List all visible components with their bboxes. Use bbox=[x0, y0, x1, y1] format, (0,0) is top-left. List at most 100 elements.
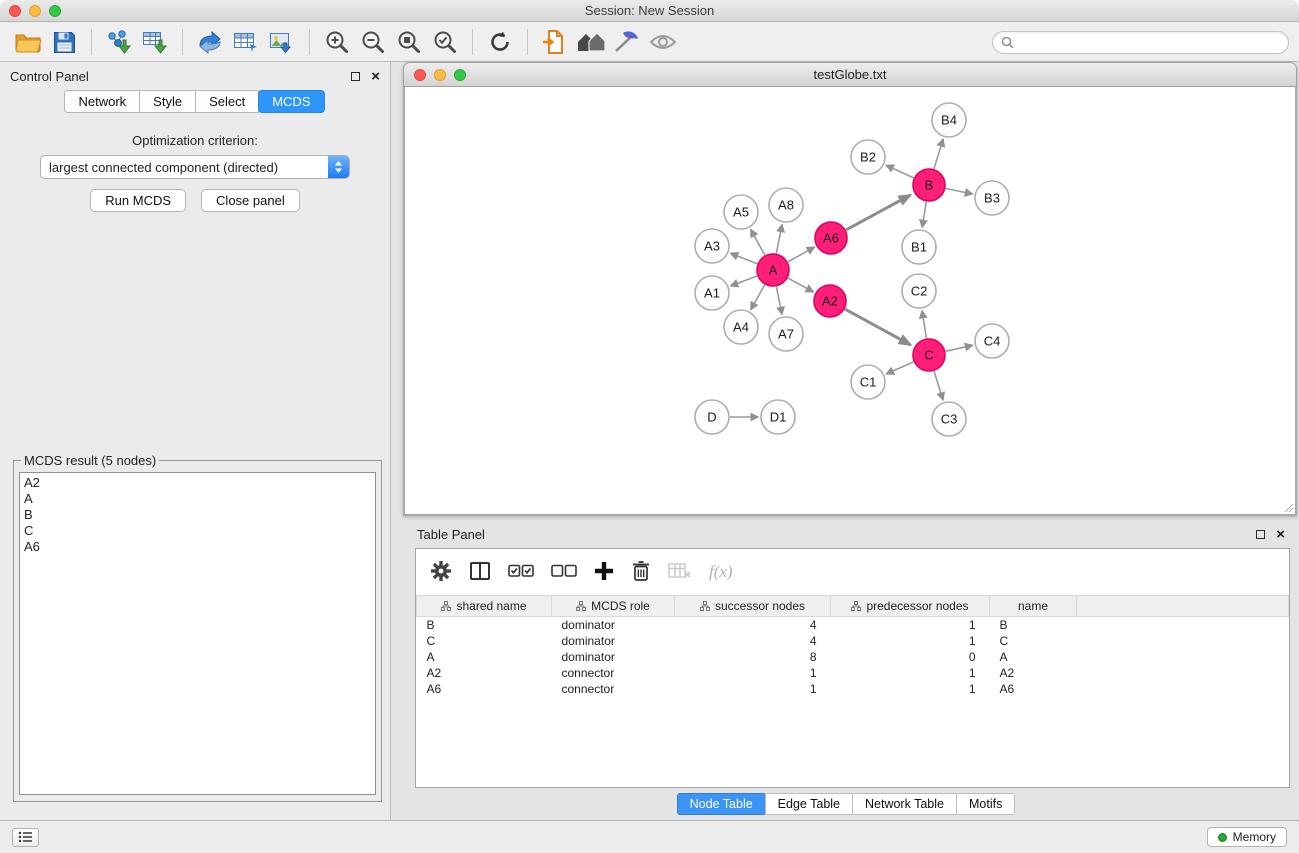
mcds-result-item[interactable]: A bbox=[24, 491, 371, 507]
table-row[interactable]: Cdominator41C bbox=[417, 633, 1289, 649]
graph-edge-A-A8[interactable] bbox=[776, 225, 782, 254]
tab-motifs[interactable]: Motifs bbox=[956, 793, 1015, 815]
column-header-successor-nodes[interactable]: successor nodes bbox=[675, 596, 831, 617]
table-row[interactable]: A2connector11A2 bbox=[417, 665, 1289, 681]
tab-select[interactable]: Select bbox=[195, 90, 259, 113]
table-row[interactable]: Bdominator41B bbox=[417, 617, 1289, 633]
graph-edge-B-B3[interactable] bbox=[946, 188, 973, 194]
table-cell[interactable]: 1 bbox=[831, 633, 990, 649]
graph-edge-B-B4[interactable] bbox=[934, 139, 943, 169]
graph-edge-C-C2[interactable] bbox=[922, 311, 926, 338]
graph-edge-A-A3[interactable] bbox=[731, 253, 758, 263]
column-header-predecessor-nodes[interactable]: predecessor nodes bbox=[831, 596, 990, 617]
graph-node-A8[interactable]: A8 bbox=[769, 188, 803, 222]
table-cell[interactable]: A6 bbox=[990, 681, 1077, 697]
search-box[interactable] bbox=[992, 31, 1289, 54]
zoom-window-button[interactable] bbox=[49, 5, 61, 17]
column-header-name[interactable]: name bbox=[990, 596, 1077, 617]
delete-table-button[interactable] bbox=[668, 562, 692, 583]
delete-row-button[interactable] bbox=[631, 560, 651, 585]
mcds-result-item[interactable]: C bbox=[24, 523, 371, 539]
run-mcds-button[interactable]: Run MCDS bbox=[90, 189, 186, 212]
graph-node-C1[interactable]: C1 bbox=[851, 365, 885, 399]
graph-node-B2[interactable]: B2 bbox=[851, 140, 885, 174]
column-selector-button[interactable] bbox=[469, 561, 491, 584]
graph-edge-C-C3[interactable] bbox=[934, 371, 943, 400]
table-cell[interactable]: 4 bbox=[675, 633, 831, 649]
table-cell[interactable]: 8 bbox=[675, 649, 831, 665]
graph-node-D1[interactable]: D1 bbox=[761, 400, 795, 434]
new-table-button[interactable] bbox=[228, 26, 264, 58]
graph-edge-A-A2[interactable] bbox=[788, 278, 813, 292]
graph-edge-A-A5[interactable] bbox=[751, 230, 765, 256]
graph-node-A4[interactable]: A4 bbox=[724, 310, 758, 344]
add-row-button[interactable] bbox=[594, 561, 614, 584]
mcds-result-item[interactable]: A2 bbox=[24, 475, 371, 491]
table-cell[interactable]: dominator bbox=[552, 617, 675, 633]
apply-style-button[interactable] bbox=[609, 26, 645, 58]
table-cell[interactable]: 1 bbox=[831, 681, 990, 697]
table-cell[interactable]: dominator bbox=[552, 649, 675, 665]
graph-edge-A-A7[interactable] bbox=[776, 287, 782, 315]
table-cell[interactable]: connector bbox=[552, 665, 675, 681]
mcds-result-list[interactable]: A2ABCA6 bbox=[19, 472, 376, 795]
home-button[interactable] bbox=[573, 26, 609, 58]
panel-list-button[interactable] bbox=[12, 828, 39, 847]
tab-mcds[interactable]: MCDS bbox=[258, 90, 324, 113]
graph-node-A3[interactable]: A3 bbox=[695, 229, 729, 263]
graph-node-A5[interactable]: A5 bbox=[724, 195, 758, 229]
close-panel-button[interactable]: Close panel bbox=[201, 189, 300, 212]
table-cell[interactable]: C bbox=[990, 633, 1077, 649]
graph-edge-B-B2[interactable] bbox=[886, 165, 913, 178]
graph-node-A1[interactable]: A1 bbox=[695, 276, 729, 310]
float-table-panel-icon[interactable] bbox=[1256, 530, 1265, 539]
table-cell[interactable]: connector bbox=[552, 681, 675, 697]
table-cell[interactable] bbox=[1077, 633, 1289, 649]
table-cell[interactable]: 1 bbox=[675, 681, 831, 697]
table-cell[interactable]: A bbox=[990, 649, 1077, 665]
table-cell[interactable]: dominator bbox=[552, 633, 675, 649]
deselect-all-button[interactable] bbox=[551, 564, 577, 581]
graph-node-C4[interactable]: C4 bbox=[975, 324, 1009, 358]
open-file-button[interactable] bbox=[10, 26, 46, 58]
zoom-in-button[interactable] bbox=[319, 26, 355, 58]
table-cell[interactable]: A2 bbox=[417, 665, 552, 681]
tab-style[interactable]: Style bbox=[139, 90, 196, 113]
tab-edge-table[interactable]: Edge Table bbox=[765, 793, 853, 815]
network-zoom-button[interactable] bbox=[454, 69, 466, 81]
table-cell[interactable]: 4 bbox=[675, 617, 831, 633]
table-cell[interactable] bbox=[1077, 665, 1289, 681]
graph-node-B3[interactable]: B3 bbox=[975, 181, 1009, 215]
graph-node-C2[interactable]: C2 bbox=[902, 274, 936, 308]
tab-network-table[interactable]: Network Table bbox=[852, 793, 957, 815]
graph-node-A2[interactable]: A2 bbox=[814, 285, 846, 317]
refresh-button[interactable] bbox=[482, 26, 518, 58]
network-canvas[interactable]: B4B2BB3A5A8A6A3B1AC2A1A2A4A7C4CC1C3DD1 bbox=[403, 87, 1297, 516]
network-close-button[interactable] bbox=[414, 69, 426, 81]
graph-node-A6[interactable]: A6 bbox=[815, 222, 847, 254]
table-cell[interactable]: B bbox=[417, 617, 552, 633]
graph-node-B1[interactable]: B1 bbox=[902, 230, 936, 264]
table-settings-button[interactable] bbox=[430, 560, 452, 585]
memory-button[interactable]: Memory bbox=[1207, 827, 1287, 847]
mcds-result-item[interactable]: B bbox=[24, 507, 371, 523]
new-network-button[interactable] bbox=[192, 26, 228, 58]
import-session-button[interactable] bbox=[537, 26, 573, 58]
graph-node-C3[interactable]: C3 bbox=[932, 402, 966, 436]
graph-edge-C-C1[interactable] bbox=[886, 362, 913, 374]
graph-edge-A-A1[interactable] bbox=[731, 276, 757, 286]
table-cell[interactable]: 0 bbox=[831, 649, 990, 665]
network-minimize-button[interactable] bbox=[434, 69, 446, 81]
graph-node-D[interactable]: D bbox=[695, 400, 729, 434]
table-cell[interactable]: A6 bbox=[417, 681, 552, 697]
import-table-button[interactable] bbox=[137, 26, 173, 58]
select-all-button[interactable] bbox=[508, 564, 534, 581]
zoom-out-button[interactable] bbox=[355, 26, 391, 58]
network-window-titlebar[interactable]: testGlobe.txt bbox=[403, 62, 1297, 87]
function-builder-button[interactable]: f(x) bbox=[709, 562, 733, 582]
graph-edge-A-A4[interactable] bbox=[751, 285, 765, 310]
import-network-button[interactable] bbox=[101, 26, 137, 58]
resize-grip[interactable] bbox=[1282, 501, 1294, 513]
table-cell[interactable] bbox=[1077, 617, 1289, 633]
close-panel-icon[interactable]: × bbox=[371, 72, 380, 81]
